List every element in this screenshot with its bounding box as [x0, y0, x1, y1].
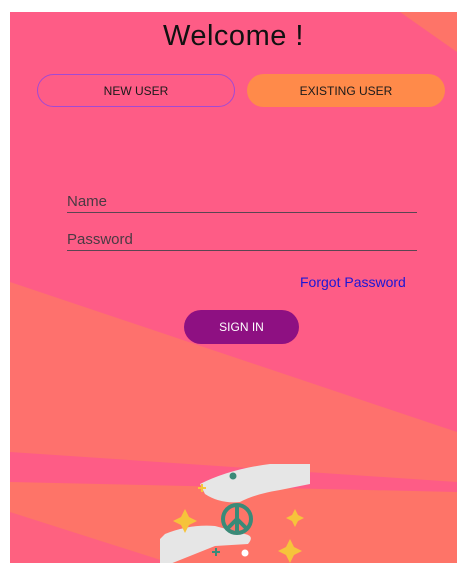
name-input[interactable]	[67, 190, 417, 212]
welcome-title: Welcome !	[163, 20, 304, 52]
forgot-password-link[interactable]: Forgot Password	[300, 274, 406, 290]
password-field	[67, 228, 417, 251]
tab-new-user[interactable]: NEW USER	[37, 74, 235, 107]
password-input[interactable]	[67, 228, 417, 250]
sign-in-button[interactable]: SIGN IN	[184, 310, 299, 344]
login-screen: Welcome ! NEW USER EXISTING USER Forgot …	[10, 12, 457, 563]
name-field	[67, 190, 417, 213]
peace-hands-icon	[160, 464, 310, 563]
tab-existing-user[interactable]: EXISTING USER	[247, 74, 445, 107]
